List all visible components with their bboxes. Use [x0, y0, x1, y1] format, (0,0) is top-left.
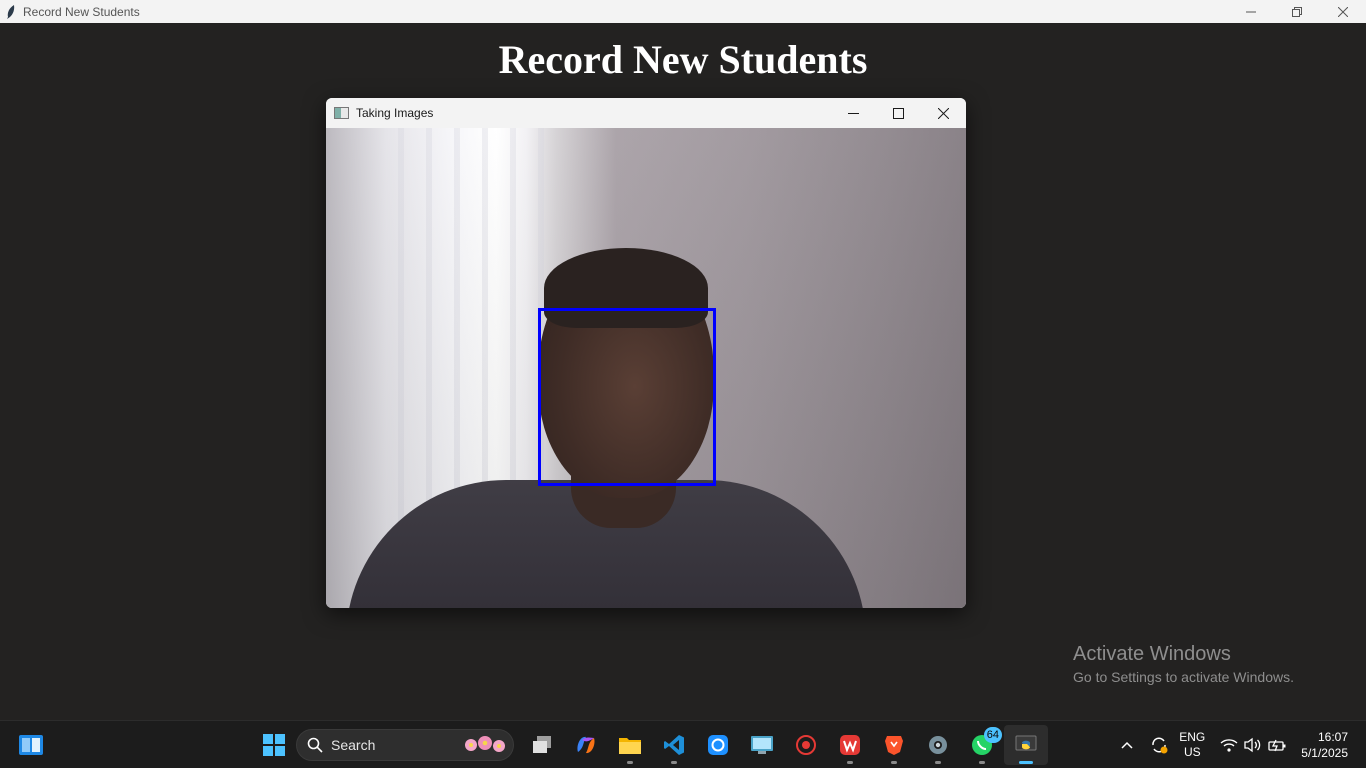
activate-windows-watermark: Activate Windows Go to Settings to activ… [1073, 643, 1294, 685]
window-title: Record New Students [23, 4, 140, 19]
chevron-up-icon[interactable] [1115, 733, 1139, 757]
python-app-icon[interactable] [1004, 725, 1048, 765]
flowers-icon [461, 732, 509, 763]
remote-desktop-icon[interactable] [740, 725, 784, 765]
app-titlebar: Record New Students [0, 0, 1366, 23]
wifi-icon[interactable] [1217, 733, 1241, 757]
whatsapp-icon[interactable]: 64 [960, 725, 1004, 765]
clock-time: 16:07 [1317, 730, 1348, 744]
camera-maximize-button[interactable] [876, 98, 921, 128]
feather-icon [0, 0, 22, 23]
language-indicator[interactable]: ENG US [1179, 730, 1205, 760]
close-button[interactable] [1320, 0, 1366, 23]
clock-date: 5/1/2025 [1301, 746, 1348, 760]
sync-app-icon[interactable] [696, 725, 740, 765]
camera-window-titlebar[interactable]: Taking Images [326, 98, 966, 128]
settings-icon[interactable] [916, 725, 960, 765]
widgets-icon[interactable] [18, 733, 44, 757]
update-sync-icon[interactable] [1147, 733, 1171, 757]
camera-window-title: Taking Images [356, 106, 434, 120]
start-button[interactable] [252, 725, 296, 765]
camera-close-button[interactable] [921, 98, 966, 128]
watermark-title: Activate Windows [1073, 643, 1231, 665]
battery-icon[interactable] [1265, 733, 1289, 757]
minimize-button[interactable] [1228, 0, 1274, 23]
wps-office-icon[interactable] [828, 725, 872, 765]
clock[interactable]: 16:07 5/1/2025 [1301, 729, 1348, 761]
volume-icon[interactable] [1241, 733, 1265, 757]
copilot-icon[interactable] [564, 725, 608, 765]
taskbar: Search 64 ENG US 16:07 5/1/2025 [0, 720, 1366, 768]
page-heading: Record New Students [498, 37, 868, 82]
window-app-icon [334, 107, 349, 119]
task-view-button[interactable] [520, 725, 564, 765]
face-detection-box [538, 308, 716, 486]
bug-app-icon[interactable] [784, 725, 828, 765]
restore-button[interactable] [1274, 0, 1320, 23]
search-label: Search [331, 737, 376, 753]
watermark-subtitle: Go to Settings to activate Windows. [1073, 669, 1294, 685]
file-explorer-icon[interactable] [608, 725, 652, 765]
vscode-icon[interactable] [652, 725, 696, 765]
camera-minimize-button[interactable] [831, 98, 876, 128]
search-icon [307, 737, 323, 753]
system-tray: ENG US 16:07 5/1/2025 [1115, 721, 1366, 768]
brave-browser-icon[interactable] [872, 725, 916, 765]
whatsapp-badge: 64 [983, 727, 1002, 743]
camera-window: Taking Images [326, 98, 966, 608]
taskbar-search[interactable]: Search [296, 729, 514, 761]
camera-feed [326, 128, 966, 608]
